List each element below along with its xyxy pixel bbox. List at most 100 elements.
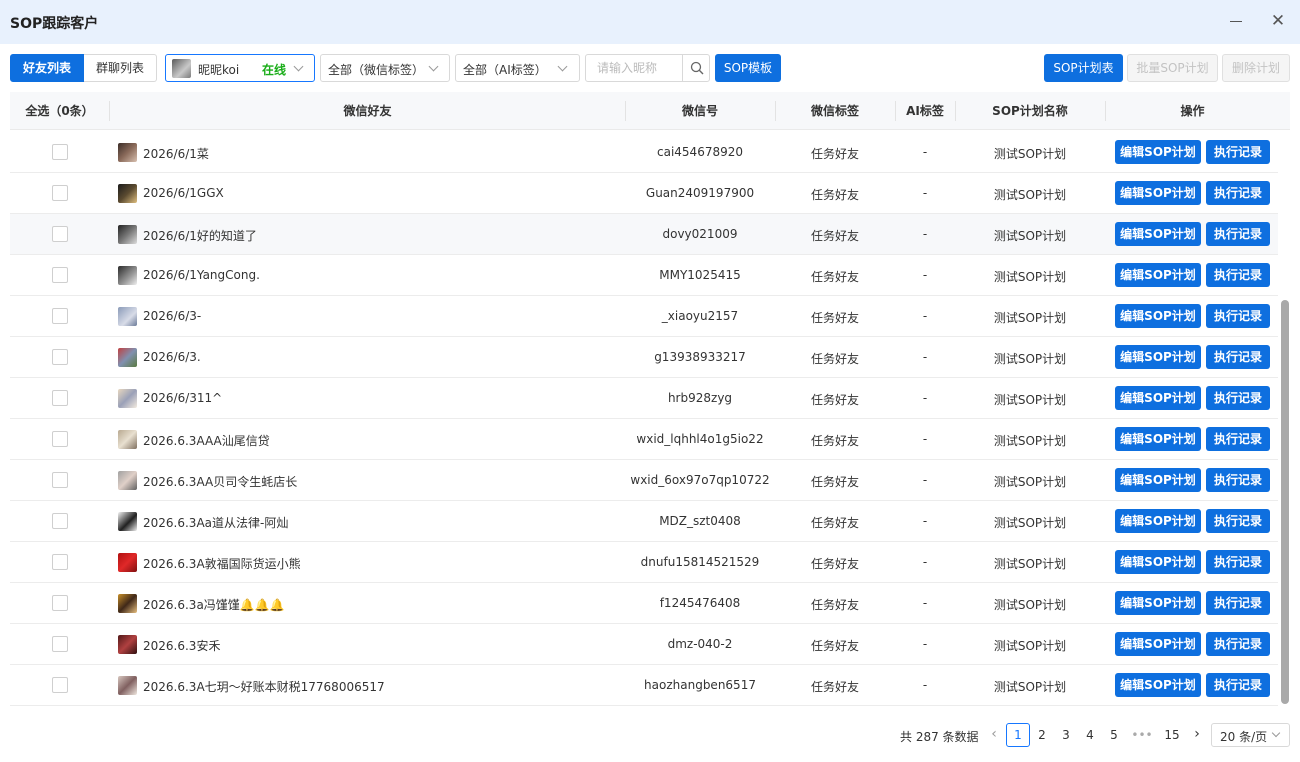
page-button-3[interactable]: 3 <box>1054 723 1078 747</box>
sop-plan-name: 测试SOP计划 <box>993 352 1067 366</box>
row-checkbox[interactable] <box>52 472 68 488</box>
sop-plan-name: 测试SOP计划 <box>993 188 1067 202</box>
friend-ai-tag: - <box>922 350 928 364</box>
friend-ai-tag: - <box>922 596 928 610</box>
page-size-value: 20 条/页 <box>1220 730 1268 744</box>
execution-log-button[interactable]: 执行记录 <box>1206 591 1270 615</box>
edit-sop-plan-button[interactable]: 编辑SOP计划 <box>1115 468 1201 492</box>
close-icon[interactable]: ✕ <box>1268 11 1288 31</box>
edit-sop-plan-button[interactable]: 编辑SOP计划 <box>1115 673 1201 697</box>
sop-plan-name: 测试SOP计划 <box>993 557 1067 571</box>
edit-sop-plan-button[interactable]: 编辑SOP计划 <box>1115 550 1201 574</box>
sop-plan-list-button[interactable]: SOP计划表 <box>1044 54 1123 82</box>
row-checkbox[interactable] <box>52 267 68 283</box>
account-select[interactable]: 昵昵koi 在线 <box>165 54 315 82</box>
row-checkbox[interactable] <box>52 226 68 242</box>
friend-avatar <box>118 389 137 408</box>
row-checkbox[interactable] <box>52 144 68 160</box>
friend-wx-tag: 任务好友 <box>810 434 859 448</box>
edit-sop-plan-button[interactable]: 编辑SOP计划 <box>1115 386 1201 410</box>
search-button[interactable] <box>682 55 710 81</box>
execution-log-button[interactable]: 执行记录 <box>1206 222 1270 246</box>
row-checkbox[interactable] <box>52 513 68 529</box>
friend-wx-tag: 任务好友 <box>810 393 859 407</box>
tab-group-list[interactable]: 群聊列表 <box>84 54 158 82</box>
ai-tag-filter-value: 全部（AI标签） <box>463 63 547 77</box>
page-button-5[interactable]: 5 <box>1102 723 1126 747</box>
scrollbar-thumb[interactable] <box>1281 300 1289 704</box>
friend-nickname: 2026.6.3Aa道从法律-阿灿 <box>143 516 289 530</box>
friend-wx-tag: 任务好友 <box>810 557 859 571</box>
execution-log-button[interactable]: 执行记录 <box>1206 386 1270 410</box>
friend-avatar <box>118 635 137 654</box>
sop-plan-name: 测试SOP计划 <box>993 311 1067 325</box>
execution-log-button[interactable]: 执行记录 <box>1206 673 1270 697</box>
page-button-2[interactable]: 2 <box>1030 723 1054 747</box>
edit-sop-plan-button[interactable]: 编辑SOP计划 <box>1115 263 1201 287</box>
minimize-icon[interactable] <box>1226 11 1246 31</box>
execution-log-button[interactable]: 执行记录 <box>1206 140 1270 164</box>
friend-ai-tag: - <box>922 227 928 241</box>
edit-sop-plan-button[interactable]: 编辑SOP计划 <box>1115 345 1201 369</box>
edit-sop-plan-button[interactable]: 编辑SOP计划 <box>1115 427 1201 451</box>
table-header: 全选（0条） 微信好友 微信号 微信标签 AI标签 SOP计划名称 操作 <box>10 92 1290 130</box>
row-checkbox[interactable] <box>52 308 68 324</box>
delete-plan-button[interactable]: 删除计划 <box>1222 54 1290 82</box>
edit-sop-plan-button[interactable]: 编辑SOP计划 <box>1115 140 1201 164</box>
friend-avatar <box>118 553 137 572</box>
table-row: 2026.6.3Aa道从法律-阿灿 MDZ_szt0408 任务好友 - 测试SOP计划… <box>10 501 1278 542</box>
row-checkbox[interactable] <box>52 677 68 693</box>
row-checkbox[interactable] <box>52 431 68 447</box>
select-all-header[interactable]: 全选（0条） <box>10 92 109 130</box>
row-checkbox[interactable] <box>52 554 68 570</box>
row-checkbox[interactable] <box>52 390 68 406</box>
row-checkbox[interactable] <box>52 185 68 201</box>
friend-wx-tag: 任务好友 <box>810 352 859 366</box>
edit-sop-plan-button[interactable]: 编辑SOP计划 <box>1115 509 1201 533</box>
friend-ai-tag: - <box>922 637 928 651</box>
execution-log-button[interactable]: 执行记录 <box>1206 550 1270 574</box>
page-button-1[interactable]: 1 <box>1006 723 1030 747</box>
page-button-15[interactable]: 15 <box>1160 723 1184 747</box>
execution-log-button[interactable]: 执行记录 <box>1206 632 1270 656</box>
friend-nickname: 2026.6.3A七玥～好账本财税17768006517 <box>143 680 385 694</box>
execution-log-button[interactable]: 执行记录 <box>1206 304 1270 328</box>
execution-log-button[interactable]: 执行记录 <box>1206 263 1270 287</box>
row-checkbox[interactable] <box>52 349 68 365</box>
execution-log-button[interactable]: 执行记录 <box>1206 509 1270 533</box>
page-ellipsis[interactable]: ••• <box>1130 723 1154 747</box>
sop-plan-name: 测试SOP计划 <box>993 680 1067 694</box>
next-page-icon[interactable]: › <box>1190 723 1204 747</box>
row-checkbox[interactable] <box>52 636 68 652</box>
friend-wxid: g13938933217 <box>654 350 746 364</box>
table-scrollbar[interactable] <box>1280 132 1290 708</box>
sop-template-button[interactable]: SOP模板 <box>715 54 781 82</box>
ai-tag-filter[interactable]: 全部（AI标签） <box>455 54 580 82</box>
wx-tag-filter[interactable]: 全部（微信标签） <box>320 54 450 82</box>
execution-log-button[interactable]: 执行记录 <box>1206 345 1270 369</box>
page-button-4[interactable]: 4 <box>1078 723 1102 747</box>
row-checkbox[interactable] <box>52 595 68 611</box>
friend-wxid: MMY1025415 <box>659 268 741 282</box>
page-size-select[interactable]: 20 条/页 <box>1211 723 1290 747</box>
friend-nickname: 2026/6/3. <box>143 350 201 364</box>
execution-log-button[interactable]: 执行记录 <box>1206 468 1270 492</box>
batch-sop-plan-button[interactable]: 批量SOP计划 <box>1127 54 1218 82</box>
friend-column-header: 微信好友 <box>343 104 392 118</box>
edit-sop-plan-button[interactable]: 编辑SOP计划 <box>1115 591 1201 615</box>
friend-avatar <box>118 676 137 695</box>
friend-ai-tag: - <box>922 678 928 692</box>
edit-sop-plan-button[interactable]: 编辑SOP计划 <box>1115 181 1201 205</box>
edit-sop-plan-button[interactable]: 编辑SOP计划 <box>1115 222 1201 246</box>
edit-sop-plan-button[interactable]: 编辑SOP计划 <box>1115 632 1201 656</box>
edit-sop-plan-button[interactable]: 编辑SOP计划 <box>1115 304 1201 328</box>
prev-page-icon[interactable]: ‹ <box>987 723 1001 747</box>
execution-log-button[interactable]: 执行记录 <box>1206 427 1270 451</box>
execution-log-button[interactable]: 执行记录 <box>1206 181 1270 205</box>
friend-wxid: Guan2409197900 <box>645 186 755 200</box>
tab-friend-list[interactable]: 好友列表 <box>10 54 85 82</box>
friend-wxid: f1245476408 <box>659 596 741 610</box>
sop-plan-name: 测试SOP计划 <box>993 434 1067 448</box>
search-input[interactable] <box>586 55 682 81</box>
table-row: 2026/6/3- _xiaoyu2157 任务好友 - 测试SOP计划 编辑SOP计划执… <box>10 296 1278 337</box>
